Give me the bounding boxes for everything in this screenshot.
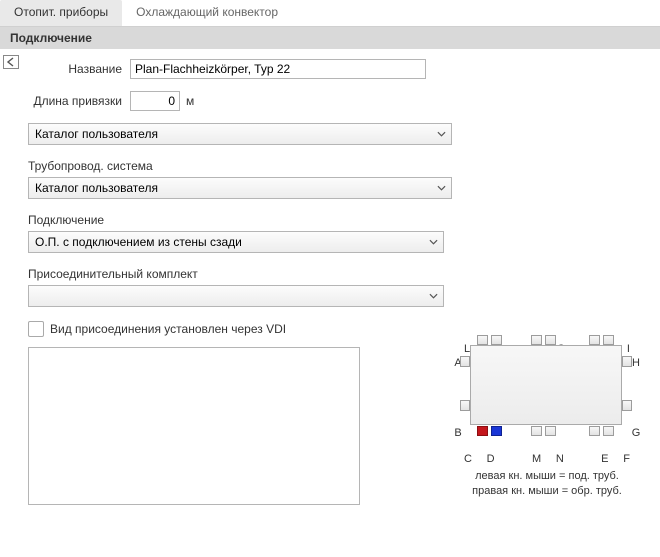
name-label: Название	[28, 62, 130, 76]
connection-listbox[interactable]	[28, 347, 360, 505]
port-A[interactable]	[460, 356, 470, 367]
port-O[interactable]	[545, 335, 556, 345]
hint-right-click: правая кн. мыши = обр. труб.	[452, 484, 642, 499]
port-J[interactable]	[589, 335, 600, 345]
checkbox-icon[interactable]	[28, 321, 44, 337]
back-arrow-icon[interactable]	[0, 55, 22, 69]
tab-strip: Отопит. приборы Охлаждающий конвектор	[0, 0, 660, 27]
port-B[interactable]	[460, 400, 470, 411]
port-label-C: C	[464, 453, 472, 465]
port-L[interactable]	[477, 335, 488, 345]
vdi-checkbox-label: Вид присоединения установлен через VDI	[50, 322, 286, 336]
section-title-connection: Подключение	[0, 27, 660, 49]
connection-select[interactable]: О.П. с подключением из стены сзади	[28, 231, 444, 253]
port-K[interactable]	[491, 335, 502, 345]
port-label-B: B	[452, 427, 464, 439]
port-label-I: I	[627, 343, 630, 355]
tab-heating-devices[interactable]: Отопит. приборы	[0, 0, 122, 26]
port-D[interactable]	[491, 426, 502, 436]
hint-left-click: левая кн. мыши = под. труб.	[452, 469, 642, 484]
bind-length-label: Длина привязки	[28, 94, 130, 108]
port-label-N: N	[556, 453, 564, 465]
tab-cooling-convector[interactable]: Охлаждающий конвектор	[122, 0, 292, 26]
left-sidebar	[0, 49, 22, 505]
connection-label: Подключение	[28, 213, 642, 227]
radiator-box[interactable]	[470, 345, 622, 425]
port-N[interactable]	[545, 426, 556, 436]
port-I[interactable]	[603, 335, 614, 345]
pipe-system-select[interactable]: Каталог пользователя	[28, 177, 452, 199]
port-E[interactable]	[589, 426, 600, 436]
radiator-diagram: L K P O J I A H	[452, 343, 642, 499]
port-H[interactable]	[622, 356, 632, 367]
name-input[interactable]	[130, 59, 426, 79]
catalog-select[interactable]: Каталог пользователя	[28, 123, 452, 145]
port-label-G: G	[630, 427, 642, 439]
bind-length-input[interactable]	[130, 91, 180, 111]
port-label-E: E	[601, 453, 608, 465]
port-M[interactable]	[531, 426, 542, 436]
port-P[interactable]	[531, 335, 542, 345]
port-label-M: M	[532, 453, 541, 465]
port-C[interactable]	[477, 426, 488, 436]
form-area: Название Длина привязки м Каталог пользо…	[22, 49, 660, 505]
port-label-F: F	[623, 453, 630, 465]
app-root: Отопит. приборы Охлаждающий конвектор По…	[0, 0, 660, 557]
port-F[interactable]	[603, 426, 614, 436]
pipe-system-label: Трубопровод. система	[28, 159, 642, 173]
bind-length-unit: м	[180, 94, 194, 108]
port-label-D: D	[487, 453, 495, 465]
connection-kit-label: Присоединительный комплект	[28, 267, 642, 281]
connection-kit-select[interactable]	[28, 285, 444, 307]
port-G[interactable]	[622, 400, 632, 411]
diagram-hints: левая кн. мыши = под. труб. правая кн. м…	[452, 469, 642, 499]
